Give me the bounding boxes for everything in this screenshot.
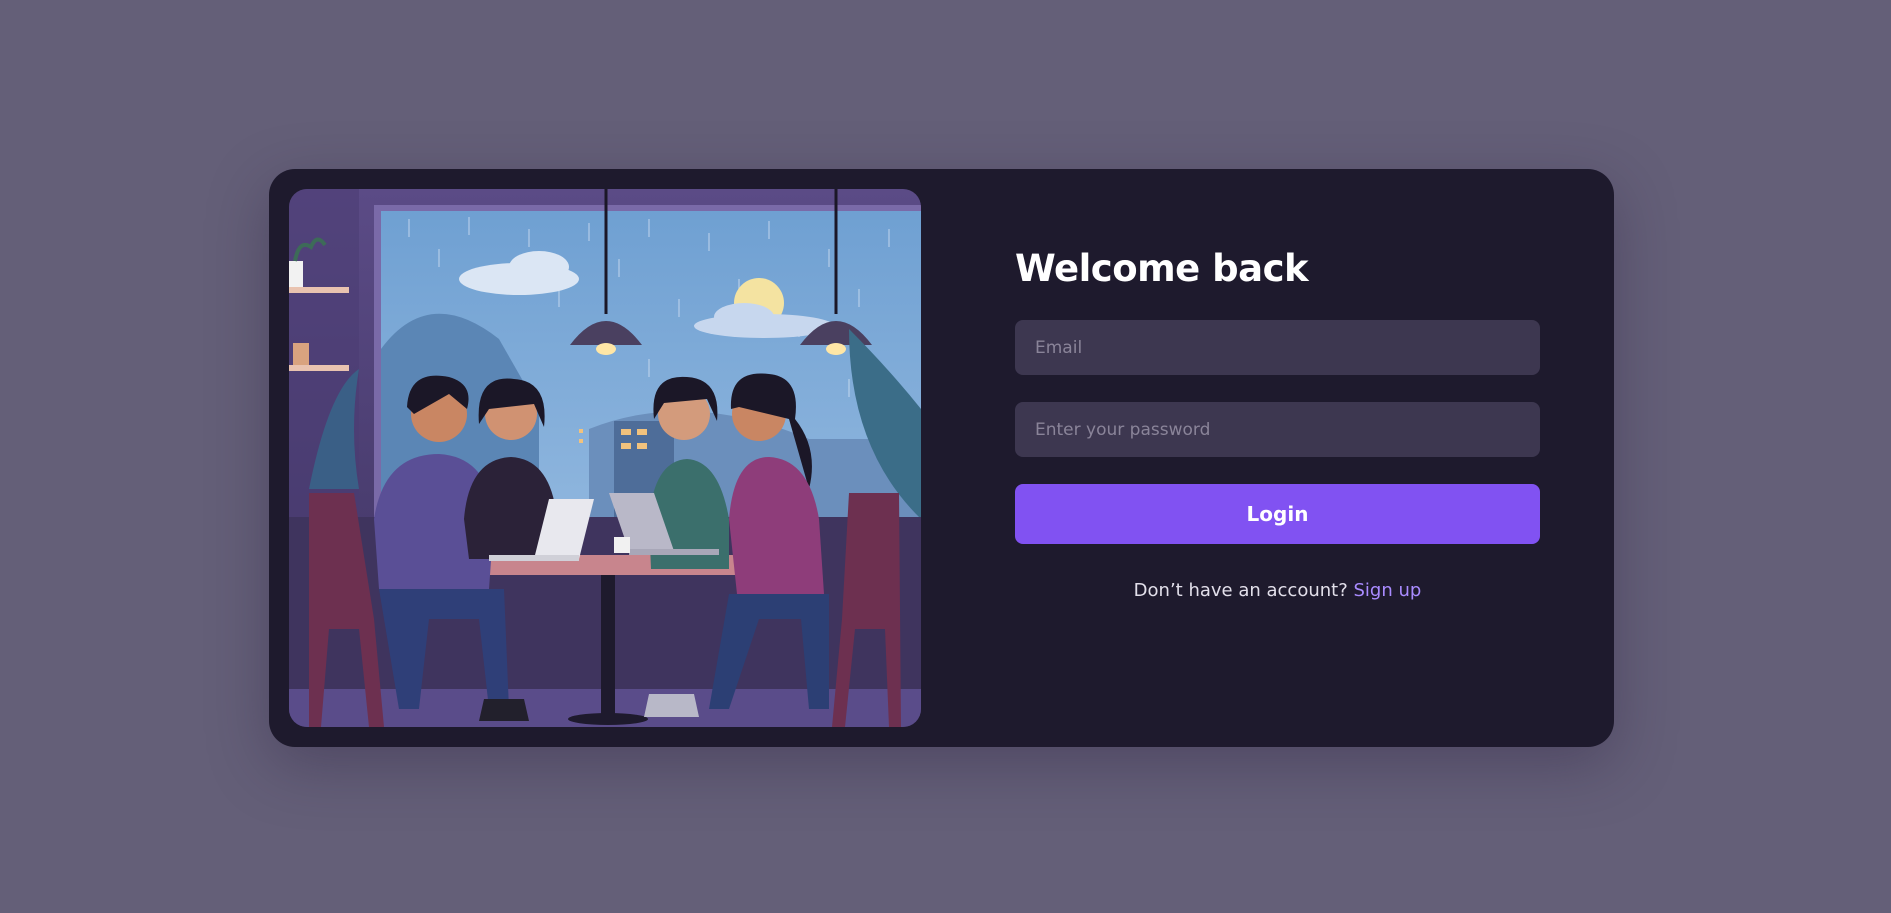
login-button[interactable]: Login (1015, 484, 1540, 544)
signup-link[interactable]: Sign up (1354, 580, 1422, 601)
page-title: Welcome back (1015, 247, 1309, 290)
signup-prompt: Don’t have an account? Sign up (1015, 580, 1540, 601)
login-card: Welcome back Login Don’t have an account… (269, 169, 1614, 747)
signup-prompt-text: Don’t have an account? (1133, 580, 1348, 601)
password-field[interactable] (1015, 402, 1540, 457)
email-field[interactable] (1015, 320, 1540, 375)
login-form: Welcome back Login Don’t have an account… (1015, 169, 1545, 747)
cafe-illustration (289, 189, 921, 727)
